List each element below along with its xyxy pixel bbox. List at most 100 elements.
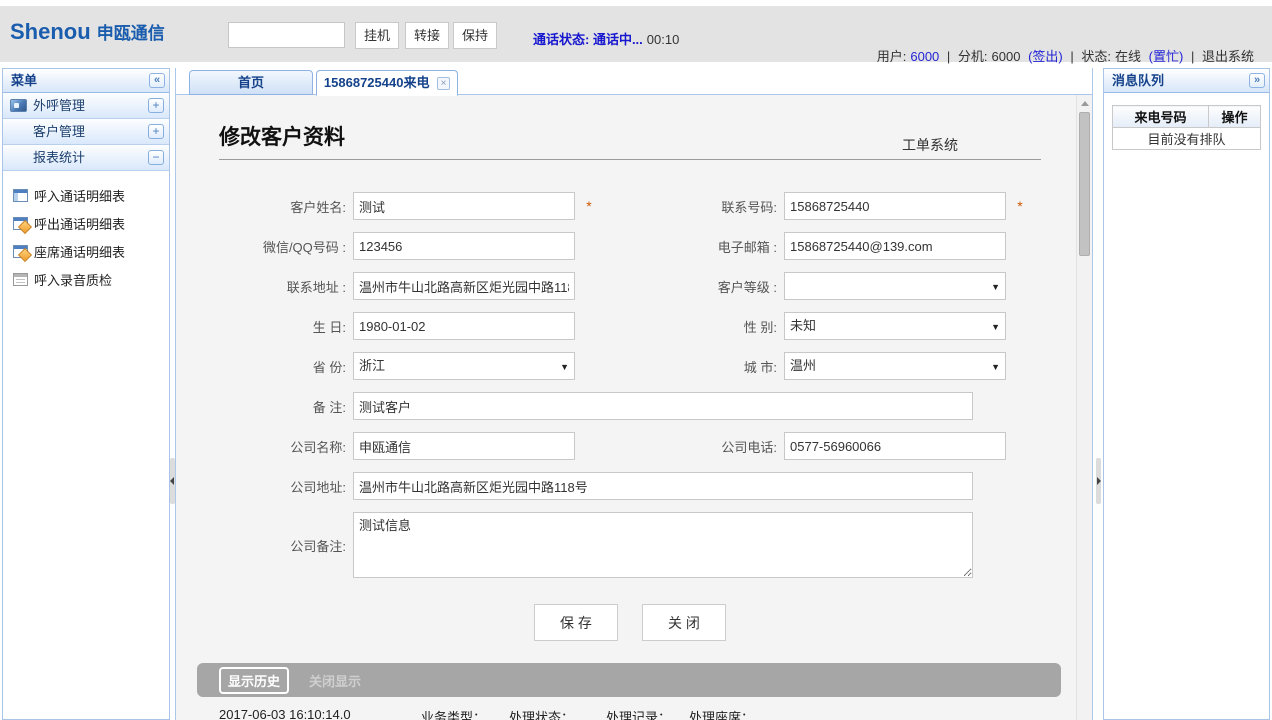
call-status: 通话状态: 通话中...00:10 <box>533 29 679 48</box>
field-label: 联系号码: <box>603 197 777 216</box>
city-select[interactable]: 温州 <box>784 352 1006 380</box>
form-row: 公司地址: <box>219 472 1076 500</box>
close-history-button[interactable]: 关闭显示 <box>309 671 361 690</box>
required-mark: * <box>575 198 603 214</box>
user-id-link[interactable]: 6000 <box>910 49 939 64</box>
sidebar-group-customer[interactable]: 客户管理 + <box>3 119 169 145</box>
right-splitter <box>1096 68 1101 720</box>
customer-name-input[interactable] <box>353 192 575 220</box>
customer-level-select[interactable] <box>784 272 1006 300</box>
company-name-input[interactable] <box>353 432 575 460</box>
field-label: 客户姓名: <box>219 197 346 216</box>
status-label: 状态: <box>1081 49 1111 64</box>
vertical-scrollbar[interactable] <box>1076 95 1092 720</box>
column-header-action[interactable]: 操作 <box>1209 106 1261 128</box>
form-row: 备 注: <box>219 392 1076 420</box>
required-mark: * <box>1006 198 1034 214</box>
report-grid-icon <box>13 189 28 202</box>
column-header-caller-number[interactable]: 来电号码 <box>1113 106 1209 128</box>
save-button[interactable]: 保 存 <box>534 604 618 641</box>
user-label: 用户: <box>877 49 907 64</box>
message-queue-title: 消息队列 <box>1112 73 1164 88</box>
sidebar-item-agent-call-detail[interactable]: 座席通话明细表 <box>3 237 169 265</box>
field-label: 联系地址 : <box>219 277 346 296</box>
history-record-label: 处理记录： <box>606 707 689 720</box>
hangup-button[interactable]: 挂机 <box>355 22 399 49</box>
brand-logo-en: Shenou <box>10 19 91 44</box>
scrollbar-thumb[interactable] <box>1079 112 1090 256</box>
sidebar-item-label: 呼出通话明细表 <box>34 214 125 233</box>
status-value: 在线 <box>1115 49 1141 64</box>
sidebar-group-reports[interactable]: 报表统计 − <box>3 145 169 171</box>
form-row: 客户姓名: * 联系号码: * <box>219 192 1076 220</box>
right-splitter-collapse-handle[interactable] <box>1096 458 1101 504</box>
extension-label: 分机: <box>958 49 988 64</box>
page-title: 修改客户资料 <box>219 121 345 151</box>
history-toolbar: 显示历史 关闭显示 <box>197 663 1061 697</box>
field-label: 生 日: <box>219 317 346 336</box>
remark-input[interactable] <box>353 392 973 420</box>
collapse-icon[interactable]: − <box>148 150 164 165</box>
sign-out-link[interactable]: (签出) <box>1028 49 1063 64</box>
transfer-button[interactable]: 转接 <box>405 22 449 49</box>
logout-link[interactable]: 退出系统 <box>1202 49 1254 64</box>
show-history-button[interactable]: 显示历史 <box>219 667 289 694</box>
company-remark-textarea[interactable]: 测试信息 <box>353 512 973 578</box>
wechat-qq-input[interactable] <box>353 232 575 260</box>
email-input[interactable] <box>784 232 1006 260</box>
sidebar-title: 菜单 <box>11 73 37 88</box>
field-label: 电子邮箱 : <box>603 237 777 256</box>
extension-value: 6000 <box>992 49 1021 64</box>
tab-home[interactable]: 首页 <box>189 70 313 95</box>
birthday-input[interactable] <box>353 312 575 340</box>
top-bar: Shenou 申瓯通信 挂机 转接 保持 通话状态: 通话中...00:10 用… <box>0 6 1272 62</box>
expand-icon[interactable]: + <box>148 124 164 139</box>
form-row: 生 日: 性 别: 未知 <box>219 312 1076 340</box>
sidebar-item-inbound-recording-qc[interactable]: 呼入录音质检 <box>3 265 169 293</box>
form-row: 公司备注: 测试信息 <box>219 512 1076 578</box>
sidebar-collapse-button[interactable]: « <box>149 73 165 88</box>
user-session-info: 用户:6000 | 分机:6000 (签出) | 状态:在线 (置忙) | 退出… <box>875 46 1256 65</box>
tab-incoming-call[interactable]: 15868725440来电 × <box>316 70 458 96</box>
form-content-area: 修改客户资料 工单系统 客户姓名: * 联系号码: * 微信/QQ号码 : 电子… <box>176 95 1076 720</box>
sidebar-group-label: 客户管理 <box>33 124 85 139</box>
work-order-system-link[interactable]: 工单系统 <box>902 135 958 155</box>
sidebar-group-outbound[interactable]: 外呼管理 + <box>3 93 169 119</box>
hold-button[interactable]: 保持 <box>453 22 497 49</box>
field-label: 公司备注: <box>219 536 346 555</box>
history-record-row: 2017-06-03 16:10:14.0 业务类型： 处理状态： 处理记录： … <box>219 707 1076 720</box>
set-busy-link[interactable]: (置忙) <box>1149 49 1184 64</box>
history-type-label: 业务类型： <box>421 707 509 720</box>
form-actions: 保 存 关 闭 <box>219 604 1041 641</box>
call-timer: 00:10 <box>647 32 680 47</box>
sidebar-item-label: 座席通话明细表 <box>34 242 125 261</box>
history-timestamp: 2017-06-03 16:10:14.0 <box>219 707 421 720</box>
scroll-up-arrow-icon[interactable] <box>1077 95 1092 111</box>
contact-number-input[interactable] <box>784 192 1006 220</box>
sidebar-report-list: 呼入通话明细表 呼出通话明细表 座席通话明细表 呼入录音质检 <box>3 171 169 293</box>
field-label: 公司电话: <box>603 437 777 456</box>
company-phone-input[interactable] <box>784 432 1006 460</box>
field-label: 性 别: <box>603 317 777 336</box>
note-icon <box>13 273 28 286</box>
message-queue-panel: 消息队列 » 来电号码 操作 目前没有排队 <box>1103 68 1270 720</box>
close-button[interactable]: 关 闭 <box>642 604 726 641</box>
sidebar-item-inbound-call-detail[interactable]: 呼入通话明细表 <box>3 181 169 209</box>
tab-bar: 首页 15868725440来电 × <box>176 68 1092 95</box>
sidebar-item-outbound-call-detail[interactable]: 呼出通话明细表 <box>3 209 169 237</box>
gender-select[interactable]: 未知 <box>784 312 1006 340</box>
panel-expand-button[interactable]: » <box>1249 73 1265 88</box>
province-select[interactable]: 浙江 <box>353 352 575 380</box>
separator: | <box>1191 49 1194 64</box>
tab-label: 15868725440来电 <box>324 75 430 90</box>
contact-address-input[interactable] <box>353 272 575 300</box>
main-content-panel: 首页 15868725440来电 × 修改客户资料 工单系统 客户姓名: * 联… <box>175 68 1093 720</box>
field-label: 备 注: <box>219 397 346 416</box>
history-status-label: 处理状态： <box>509 707 606 720</box>
sidebar-item-label: 呼入通话明细表 <box>34 186 125 205</box>
select-value: 浙江 <box>359 358 385 373</box>
dial-number-input[interactable] <box>228 22 345 48</box>
expand-icon[interactable]: + <box>148 98 164 113</box>
company-address-input[interactable] <box>353 472 973 500</box>
close-icon[interactable]: × <box>437 77 450 90</box>
